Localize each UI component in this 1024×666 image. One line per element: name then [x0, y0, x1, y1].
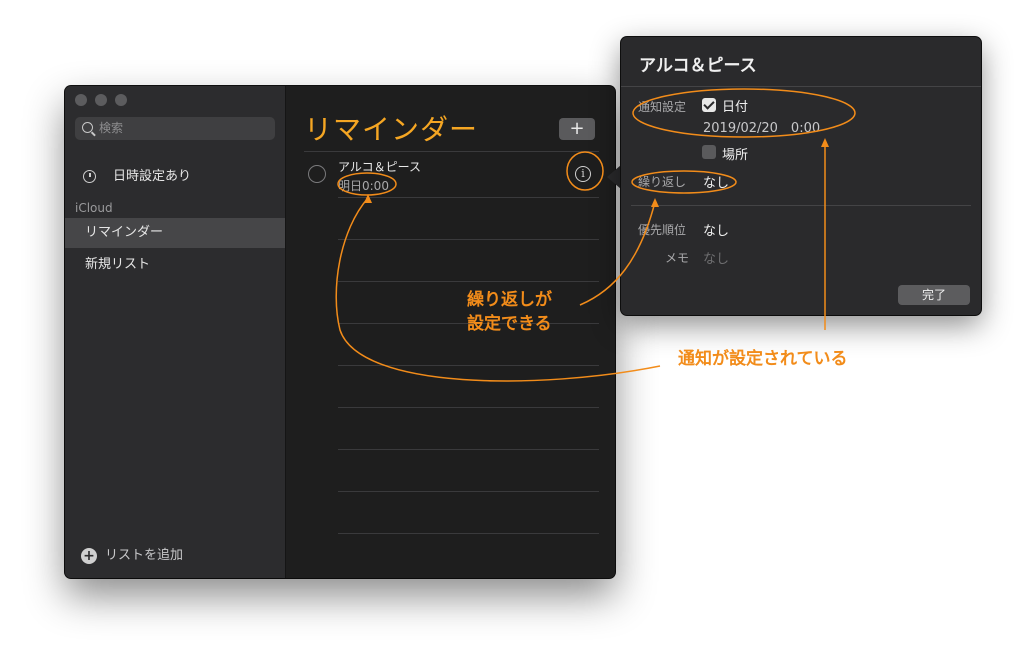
annotation-repeat-line2: 設定できる	[467, 314, 552, 334]
info-highlight	[566, 151, 604, 191]
repeat-arrow-line	[579, 201, 656, 306]
repeat-highlight	[631, 170, 737, 194]
notify-highlight	[632, 88, 856, 138]
date-highlight	[337, 172, 397, 196]
arrowhead	[651, 198, 659, 207]
arrowhead	[821, 138, 829, 147]
annotation-repeat-line1: 繰り返しが	[467, 290, 552, 310]
annotation-notify: 通知が設定されている	[678, 349, 848, 369]
